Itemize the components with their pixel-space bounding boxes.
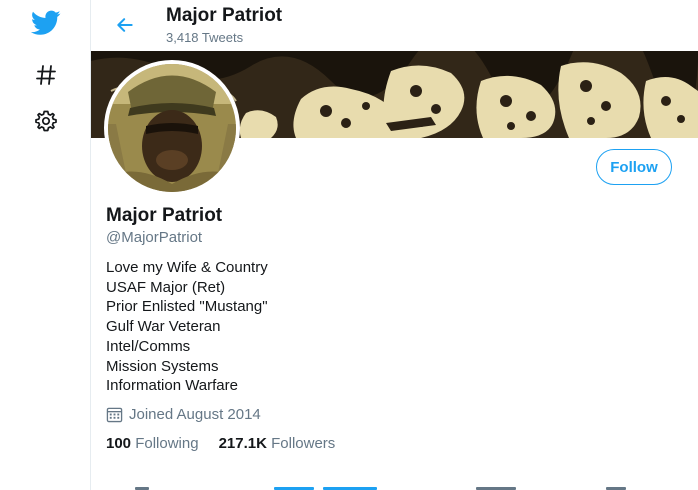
joined-date: Joined August 2014 — [106, 406, 261, 423]
header-tweet-count: 3,418 Tweets — [166, 30, 244, 45]
profile-avatar-frame — [104, 60, 240, 196]
following-label: Following — [135, 435, 199, 452]
gear-icon[interactable] — [29, 104, 63, 138]
back-button[interactable] — [108, 8, 142, 42]
bio-line: USAF Major (Ret) — [106, 278, 226, 296]
joined-text: Joined August 2014 — [129, 406, 261, 423]
profile-header-bar: Major Patriot 3,418 Tweets — [91, 0, 698, 51]
left-navigation-rail — [0, 0, 90, 490]
header-profile-name: Major Patriot — [166, 5, 283, 26]
profile-stats: 100 Following 217.1K Followers — [106, 435, 355, 452]
bio-line: Mission Systems — [106, 357, 219, 375]
bio-line: Information Warfare — [106, 377, 238, 395]
calendar-icon — [106, 407, 123, 423]
profile-tabs-cutoff — [91, 482, 698, 490]
follow-button[interactable]: Follow — [596, 149, 672, 185]
bio-line: Intel/Comms — [106, 337, 191, 355]
bio-line: Love my Wife & Country — [106, 259, 268, 276]
back-arrow-icon — [117, 18, 133, 32]
bio-line: Prior Enlisted "Mustang" — [106, 298, 268, 316]
following-count: 100 — [106, 435, 132, 452]
followers-link[interactable]: 217.1K Followers — [219, 435, 336, 452]
following-link[interactable]: 100 Following — [106, 435, 199, 452]
bio-line: Gulf War Veteran — [106, 318, 221, 336]
profile-bio: Love my Wife & Country USAF Major (Ret) … — [106, 258, 268, 396]
followers-label: Followers — [271, 435, 336, 452]
profile-handle: @MajorPatriot — [106, 229, 203, 246]
avatar[interactable] — [108, 64, 236, 192]
profile-main-column: Major Patriot 3,418 Tweets Follow Major … — [91, 0, 698, 490]
twitter-bird-icon[interactable] — [29, 6, 63, 40]
followers-count: 217.1K — [218, 435, 267, 452]
hashtag-icon[interactable] — [29, 58, 63, 92]
profile-display-name: Major Patriot — [106, 205, 223, 226]
